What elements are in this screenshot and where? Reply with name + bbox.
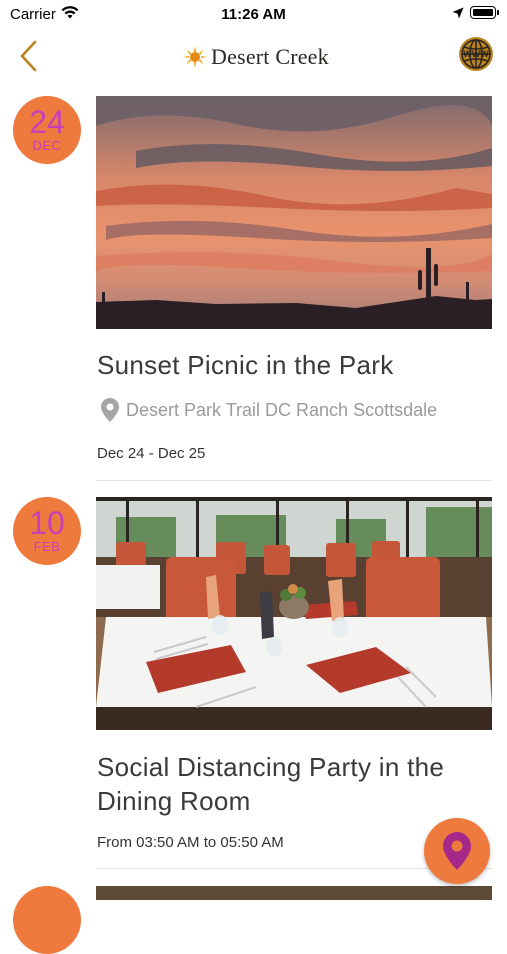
event-dates: Dec 24 - Dec 25 <box>97 445 206 462</box>
brand-logo: Desert Creek <box>183 42 329 72</box>
event-image[interactable] <box>96 96 492 329</box>
brand-name: Desert Creek <box>211 44 329 69</box>
date-badge <box>13 886 81 954</box>
map-button[interactable] <box>424 818 490 884</box>
map-pin-icon <box>443 832 471 870</box>
map-pin-icon <box>101 398 119 422</box>
date-month: FEB <box>33 539 61 554</box>
status-bar: Carrier 11:26 AM <box>0 0 507 30</box>
date-day: 10 <box>29 505 65 541</box>
event-image[interactable] <box>96 497 492 730</box>
event-image[interactable] <box>96 886 492 900</box>
sunset-photo <box>96 96 492 329</box>
event-location[interactable]: Desert Park Trail DC Ranch Scottsdale <box>100 398 437 422</box>
nav-bar: Desert Creek WWW <box>0 30 507 86</box>
divider <box>96 480 492 481</box>
globe-icon: WWW <box>459 37 493 71</box>
date-month: DEC <box>32 138 62 153</box>
location-arrow-icon <box>452 7 464 19</box>
dining-room-photo <box>96 497 492 730</box>
back-button[interactable] <box>10 34 50 74</box>
sun-logo-icon <box>183 46 207 68</box>
date-badge: 24 DEC <box>13 96 81 164</box>
event-title[interactable]: Sunset Picnic in the Park <box>97 348 477 382</box>
website-button[interactable]: WWW <box>458 36 494 72</box>
chevron-left-icon <box>20 40 37 72</box>
event-title[interactable]: Social Distancing Party in the Dining Ro… <box>97 750 467 818</box>
location-text: Desert Park Trail DC Ranch Scottsdale <box>126 399 438 420</box>
clock: 11:26 AM <box>221 6 286 23</box>
date-badge: 10 FEB <box>13 497 81 565</box>
svg-text:WWW: WWW <box>463 49 489 59</box>
battery-icon <box>470 6 496 19</box>
event-dates: From 03:50 AM to 05:50 AM <box>97 834 284 851</box>
date-day: 24 <box>29 104 65 140</box>
